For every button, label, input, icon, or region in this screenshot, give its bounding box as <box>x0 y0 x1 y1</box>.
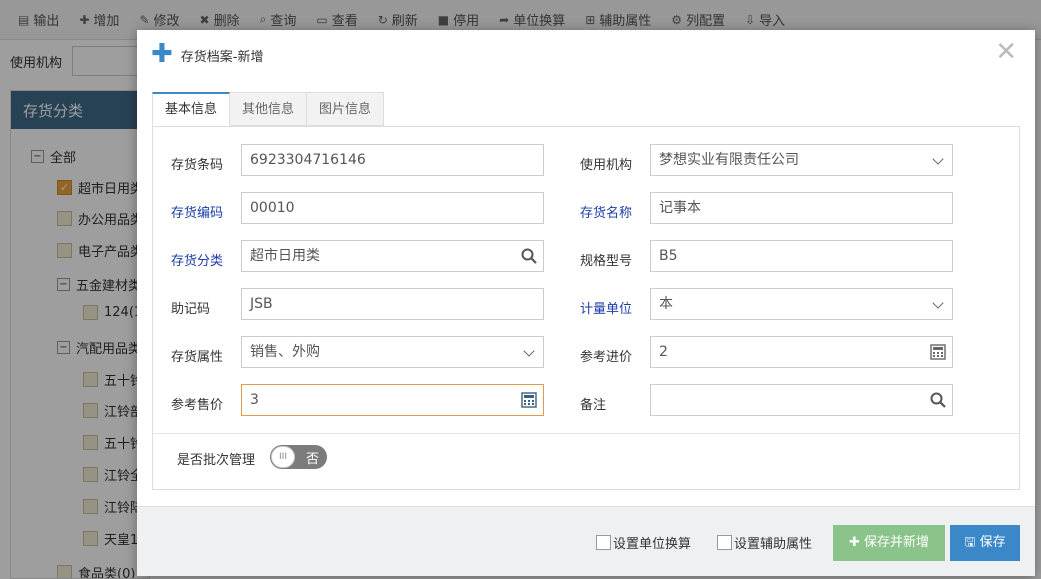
chevron-down-icon <box>932 153 944 165</box>
dialog-header: ✚ 存货档案-新增 <box>151 38 264 69</box>
org-select-value: 梦想实业有限责任公司 <box>659 152 799 168</box>
save-and-new-button[interactable]: ✚ 保存并新增 <box>833 525 945 561</box>
dialog-tabs: 基本信息 其他信息 图片信息 <box>152 92 385 126</box>
toggle-knob: III <box>271 446 295 468</box>
aux-attr-checkbox[interactable]: 设置辅助属性 <box>717 533 812 552</box>
aux-attr-checkbox-label: 设置辅助属性 <box>734 537 813 552</box>
save-button[interactable]: 🖫 保存 <box>950 525 1020 561</box>
attr-label: 存货属性 <box>171 350 224 365</box>
search-icon[interactable] <box>930 392 946 408</box>
barcode-input[interactable]: 6923304716146 <box>241 144 544 176</box>
mnemonic-label: 助记码 <box>171 302 211 317</box>
category-input[interactable]: 超市日用类 <box>241 240 544 272</box>
attr-select-value: 销售、外购 <box>250 344 320 360</box>
category-label: 存货分类 <box>171 254 224 269</box>
plus-icon: ✚ <box>151 38 173 69</box>
unit-label: 计量单位 <box>580 302 633 317</box>
unit-select-value: 本 <box>659 296 673 312</box>
category-value: 超市日用类 <box>250 248 320 264</box>
dialog-title: 存货档案-新增 <box>180 50 264 65</box>
tab-basic-info[interactable]: 基本信息 <box>152 92 231 126</box>
tab-image-info[interactable]: 图片信息 <box>307 92 385 126</box>
name-input[interactable]: 记事本 <box>650 192 953 224</box>
save-and-new-label: 保存并新增 <box>864 535 930 550</box>
batch-toggle[interactable]: III 否 <box>270 445 327 469</box>
attr-select[interactable]: 销售、外购 <box>241 336 544 368</box>
chevron-down-icon <box>523 345 535 357</box>
remark-label: 备注 <box>580 398 607 413</box>
price-label: 参考售价 <box>171 398 224 413</box>
dialog-footer: 设置单位换算 设置辅助属性 ✚ 保存并新增 🖫 保存 <box>137 506 1035 576</box>
mnemonic-input[interactable]: JSB <box>241 288 544 320</box>
name-label: 存货名称 <box>580 206 633 221</box>
cost-value: 2 <box>659 344 668 360</box>
close-icon[interactable]: ✕ <box>995 39 1017 65</box>
spec-input[interactable]: B5 <box>650 240 953 272</box>
code-label: 存货编码 <box>171 206 224 221</box>
calculator-icon[interactable] <box>930 344 946 360</box>
code-input[interactable]: 00010 <box>241 192 544 224</box>
inventory-add-dialog: ✚ 存货档案-新增 ✕ 基本信息 其他信息 图片信息 存货条码 69233047… <box>137 30 1035 576</box>
price-input[interactable]: 3 <box>241 384 544 416</box>
unit-conversion-checkbox-label: 设置单位换算 <box>613 537 692 552</box>
spec-label: 规格型号 <box>580 254 633 269</box>
plus-icon: ✚ <box>848 535 860 550</box>
cost-input[interactable]: 2 <box>650 336 953 368</box>
panel-divider <box>153 433 1019 434</box>
price-value: 3 <box>250 392 259 408</box>
calculator-icon[interactable] <box>521 392 537 408</box>
unit-select[interactable]: 本 <box>650 288 953 320</box>
tab-other-info[interactable]: 其他信息 <box>230 92 308 126</box>
barcode-label: 存货条码 <box>171 158 224 173</box>
remark-input[interactable] <box>650 384 953 416</box>
search-icon[interactable] <box>521 248 537 264</box>
save-label: 保存 <box>979 535 1006 550</box>
checkbox-icon[interactable] <box>596 535 611 550</box>
org-select[interactable]: 梦想实业有限责任公司 <box>650 144 953 176</box>
toggle-state-text: 否 <box>305 452 319 467</box>
floppy-icon: 🖫 <box>964 535 976 550</box>
unit-conversion-checkbox[interactable]: 设置单位换算 <box>596 533 691 552</box>
batch-label: 是否批次管理 <box>177 453 256 468</box>
basic-info-panel: 存货条码 6923304716146 使用机构 梦想实业有限责任公司 存货编码 … <box>152 126 1020 490</box>
org-label: 使用机构 <box>580 158 633 173</box>
cost-label: 参考进价 <box>580 350 633 365</box>
chevron-down-icon <box>932 297 944 309</box>
checkbox-icon[interactable] <box>717 535 732 550</box>
